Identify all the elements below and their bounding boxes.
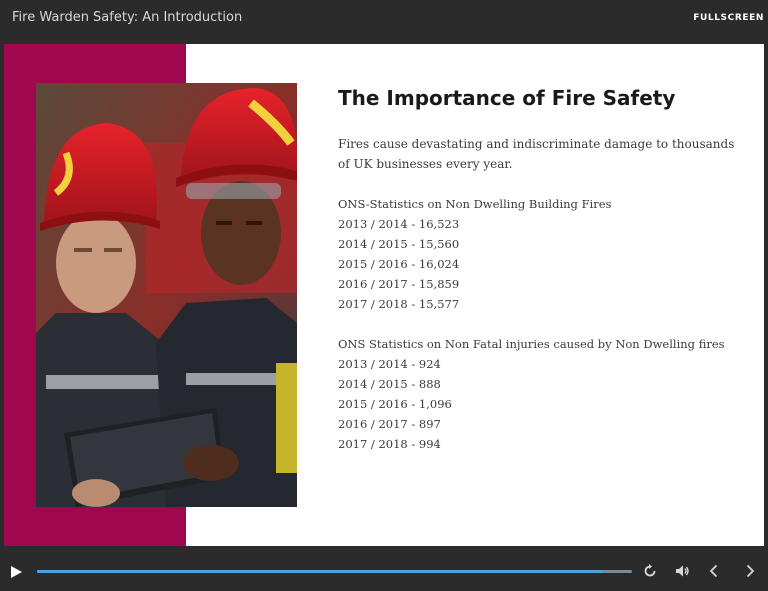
- volume-icon[interactable]: [674, 563, 690, 579]
- play-icon[interactable]: [9, 565, 23, 579]
- statistic-line: 2016 / 2017 - 897: [338, 417, 441, 431]
- statistic-line: 2014 / 2015 - 15,560: [338, 237, 460, 251]
- course-title: Fire Warden Safety: An Introduction: [12, 10, 243, 25]
- progress-fill: [37, 570, 603, 573]
- replay-icon[interactable]: [642, 563, 658, 579]
- statistic-line: 2017 / 2018 - 15,577: [338, 297, 460, 311]
- injuries-statistics: ONS Statistics on Non Fatal injuries cau…: [338, 334, 748, 454]
- fires-statistics: ONS-Statistics on Non Dwelling Building …: [338, 194, 748, 314]
- slide-canvas: The Importance of Fire Safety Fires caus…: [4, 44, 764, 546]
- fires-statistics-title: ONS-Statistics on Non Dwelling Building …: [338, 197, 612, 211]
- intro-paragraph: Fires cause devastating and indiscrimina…: [338, 137, 735, 171]
- injuries-statistics-title: ONS Statistics on Non Fatal injuries cau…: [338, 337, 725, 351]
- next-icon[interactable]: [742, 563, 758, 579]
- statistic-line: 2015 / 2016 - 1,096: [338, 397, 452, 411]
- slide-content: The Importance of Fire Safety Fires caus…: [338, 86, 748, 474]
- slide-heading: The Importance of Fire Safety: [338, 86, 676, 110]
- statistic-line: 2014 / 2015 - 888: [338, 377, 441, 391]
- statistic-line: 2017 / 2018 - 994: [338, 437, 441, 451]
- statistic-line: 2015 / 2016 - 16,024: [338, 257, 460, 271]
- statistic-line: 2013 / 2014 - 16,523: [338, 217, 460, 231]
- firefighters-photo: [36, 83, 297, 507]
- firefighters-illustration: [36, 83, 297, 507]
- previous-icon[interactable]: [706, 563, 722, 579]
- statistic-line: 2016 / 2017 - 15,859: [338, 277, 460, 291]
- fullscreen-button[interactable]: FULLSCREEN: [693, 13, 764, 23]
- top-bar: Fire Warden Safety: An Introduction FULL…: [0, 0, 768, 44]
- progress-bar[interactable]: [37, 570, 632, 573]
- statistic-line: 2013 / 2014 - 924: [338, 357, 441, 371]
